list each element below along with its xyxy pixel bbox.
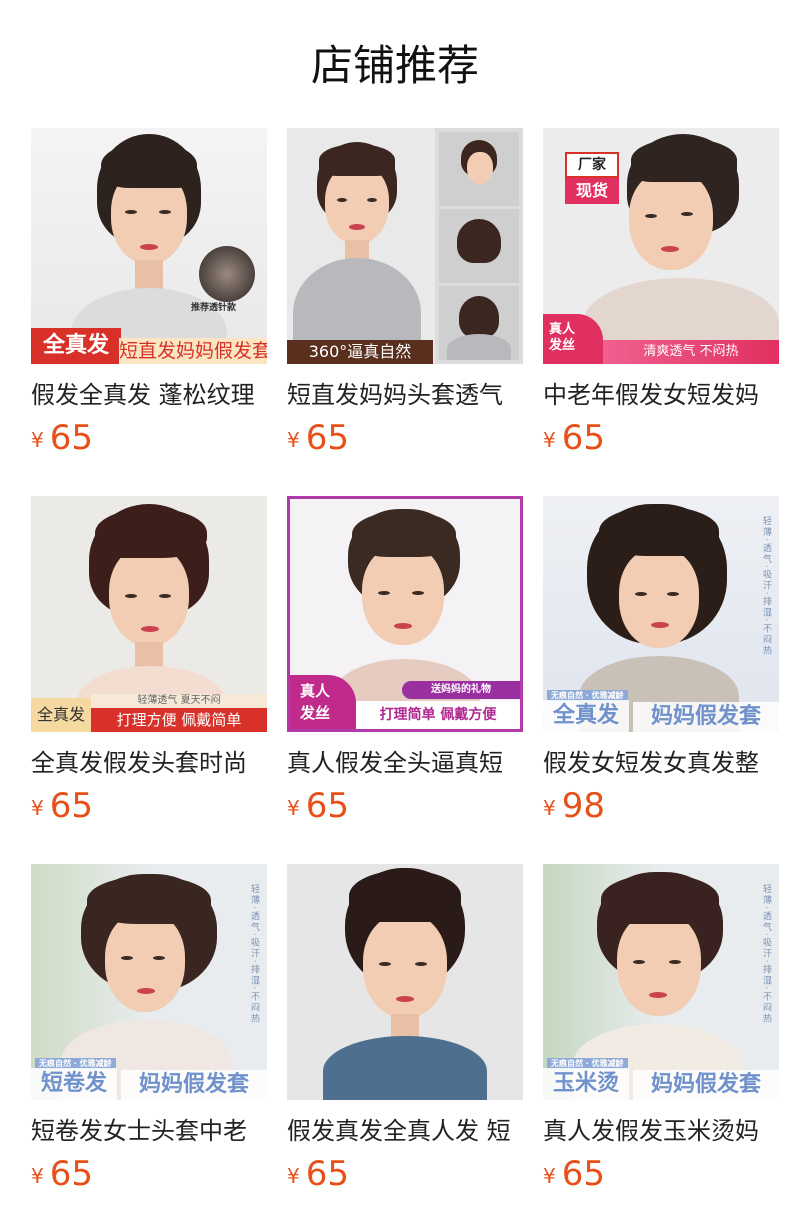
product-card[interactable]: 厂家 现货 真人 发丝 清爽透气 不闷热 中老年假发女短发妈 ¥65 bbox=[543, 128, 779, 458]
product-price: ¥65 bbox=[543, 418, 605, 458]
product-card[interactable]: 360°逼真自然 短直发妈妈头套透气 ¥65 bbox=[287, 128, 523, 458]
stamp-stock: 现货 bbox=[565, 178, 619, 204]
product-price: ¥65 bbox=[287, 418, 349, 458]
product-price: ¥65 bbox=[287, 786, 349, 826]
product-image[interactable] bbox=[287, 864, 523, 1100]
overlay-side: 轻薄·透气·吸汗·排湿·不闷热 bbox=[249, 884, 259, 1025]
overlay-top: 送妈妈的礼物 bbox=[402, 681, 520, 699]
product-title[interactable]: 真人发假发玉米烫妈 bbox=[543, 1116, 779, 1150]
price-value: 65 bbox=[49, 786, 93, 826]
product-title[interactable]: 短直发妈妈头套透气 bbox=[287, 380, 523, 414]
product-title[interactable]: 全真发假发头套时尚 bbox=[31, 748, 267, 782]
overlay-note: 推荐透针款 bbox=[191, 303, 237, 313]
overlay-side: 轻薄·透气·吸汗·排湿·不闷热 bbox=[761, 884, 771, 1025]
price-value: 65 bbox=[49, 1154, 93, 1194]
currency-symbol: ¥ bbox=[543, 1164, 556, 1188]
price-value: 65 bbox=[561, 1154, 605, 1194]
product-card[interactable]: 送妈妈的礼物 真人发丝 打理简单 佩戴方便 真人假发全头逼真短 ¥65 bbox=[287, 496, 523, 826]
overlay-banner: 清爽透气 不闷热 bbox=[603, 340, 779, 364]
product-price: ¥65 bbox=[543, 1154, 605, 1194]
product-image[interactable]: 送妈妈的礼物 真人发丝 打理简单 佩戴方便 bbox=[287, 496, 523, 732]
product-card[interactable]: 推荐透针款 全真发 短直发妈妈假发套 假发全真发 蓬松纹理 ¥65 bbox=[31, 128, 267, 458]
overlay-banner: 打理简单 佩戴方便 bbox=[356, 701, 520, 729]
page-title: 店铺推荐 bbox=[310, 41, 479, 90]
overlay-right: 妈妈假发套 bbox=[633, 1070, 779, 1100]
product-price: ¥65 bbox=[31, 418, 93, 458]
product-title[interactable]: 假发真发全真人发 短 bbox=[287, 1116, 523, 1150]
product-title[interactable]: 假发全真发 蓬松纹理 bbox=[31, 380, 267, 414]
currency-symbol: ¥ bbox=[543, 428, 556, 452]
price-value: 65 bbox=[305, 1154, 349, 1194]
overlay-badge: 全真发 bbox=[31, 698, 91, 732]
product-title[interactable]: 中老年假发女短发妈 bbox=[543, 380, 779, 414]
overlay-badge: 真人 发丝 bbox=[290, 675, 356, 729]
product-card[interactable]: 假发真发全真人发 短 ¥65 bbox=[287, 864, 523, 1194]
currency-symbol: ¥ bbox=[31, 428, 44, 452]
product-card[interactable]: 全真发 轻薄透气 夏天不闷 打理方便 佩戴简单 全真发假发头套时尚 ¥65 bbox=[31, 496, 267, 826]
product-image[interactable]: 360°逼真自然 bbox=[287, 128, 523, 364]
overlay-badge: 全真发 bbox=[31, 328, 121, 364]
currency-symbol: ¥ bbox=[287, 1164, 300, 1188]
price-value: 65 bbox=[305, 418, 349, 458]
product-image[interactable]: 轻薄·透气·吸汗·排湿·不闷热 无痕自然 · 优雅减龄 短卷发 妈妈假发套 bbox=[31, 864, 267, 1100]
product-title[interactable]: 假发女短发女真发整 bbox=[543, 748, 779, 782]
badge-line-2: 发丝 bbox=[549, 338, 576, 353]
product-image[interactable]: 厂家 现货 真人 发丝 清爽透气 不闷热 bbox=[543, 128, 779, 364]
price-value: 65 bbox=[561, 418, 605, 458]
overlay-banner: 短直发妈妈假发套 bbox=[119, 338, 267, 364]
stamp-factory: 厂家 bbox=[565, 152, 619, 178]
badge-line-1: 真人 bbox=[300, 682, 331, 700]
currency-symbol: ¥ bbox=[287, 428, 300, 452]
product-card[interactable]: 轻薄·透气·吸汗·排湿·不闷热 无痕自然 · 优雅减龄 短卷发 妈妈假发套 短卷… bbox=[31, 864, 267, 1194]
overlay-banner: 打理方便 佩戴简单 bbox=[91, 708, 267, 732]
currency-symbol: ¥ bbox=[31, 796, 44, 820]
product-card[interactable]: 轻薄·透气·吸汗·排湿·不闷热 无痕自然 · 优雅减龄 全真发 妈妈假发套 假发… bbox=[543, 496, 779, 826]
badge-line-1: 真人 bbox=[549, 322, 576, 337]
price-value: 65 bbox=[49, 418, 93, 458]
product-price: ¥65 bbox=[31, 1154, 93, 1194]
product-image[interactable]: 全真发 轻薄透气 夏天不闷 打理方便 佩戴简单 bbox=[31, 496, 267, 732]
overlay-left: 玉米烫 bbox=[543, 1068, 629, 1100]
product-price: ¥65 bbox=[287, 1154, 349, 1194]
currency-symbol: ¥ bbox=[543, 796, 556, 820]
overlay-banner: 360°逼真自然 bbox=[287, 340, 433, 364]
currency-symbol: ¥ bbox=[31, 1164, 44, 1188]
price-value: 65 bbox=[305, 786, 349, 826]
currency-symbol: ¥ bbox=[287, 796, 300, 820]
overlay-top: 轻薄透气 夏天不闷 bbox=[91, 694, 267, 708]
product-price: ¥98 bbox=[543, 786, 605, 826]
overlay-left: 短卷发 bbox=[31, 1068, 117, 1100]
overlay-right: 妈妈假发套 bbox=[121, 1070, 267, 1100]
overlay-badge: 真人 发丝 bbox=[543, 314, 603, 364]
product-price: ¥65 bbox=[31, 786, 93, 826]
product-image[interactable]: 推荐透针款 全真发 短直发妈妈假发套 bbox=[31, 128, 267, 364]
product-image[interactable]: 轻薄·透气·吸汗·排湿·不闷热 无痕自然 · 优雅减龄 玉米烫 妈妈假发套 bbox=[543, 864, 779, 1100]
badge-line-2: 发丝 bbox=[300, 704, 331, 722]
product-title[interactable]: 短卷发女士头套中老 bbox=[31, 1116, 267, 1150]
product-image[interactable]: 轻薄·透气·吸汗·排湿·不闷热 无痕自然 · 优雅减龄 全真发 妈妈假发套 bbox=[543, 496, 779, 732]
price-value: 98 bbox=[561, 786, 605, 826]
overlay-right: 妈妈假发套 bbox=[633, 702, 779, 732]
product-title[interactable]: 真人假发全头逼真短 bbox=[287, 748, 523, 782]
product-card[interactable]: 轻薄·透气·吸汗·排湿·不闷热 无痕自然 · 优雅减龄 玉米烫 妈妈假发套 真人… bbox=[543, 864, 779, 1194]
overlay-left: 全真发 bbox=[543, 700, 629, 732]
overlay-side: 轻薄·透气·吸汗·排湿·不闷热 bbox=[761, 516, 771, 657]
